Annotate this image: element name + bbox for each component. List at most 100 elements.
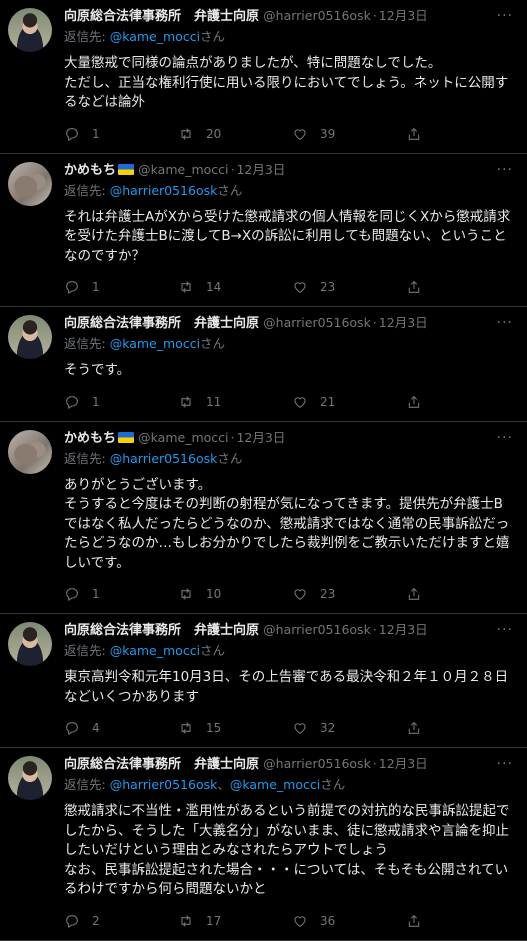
reply-to-mention[interactable]: @harrier0516osk (110, 451, 218, 466)
reply-button[interactable]: 1 (64, 279, 178, 295)
reply-to-mention-2[interactable]: @kame_mocci (230, 777, 320, 792)
retweet-count: 20 (206, 126, 222, 141)
reply-icon (66, 281, 78, 294)
like-icon (294, 396, 306, 408)
share-button[interactable] (406, 394, 434, 410)
share-button[interactable] (406, 586, 434, 602)
share-icon (408, 587, 420, 600)
reply-icon (66, 395, 78, 409)
like-button[interactable]: 23 (292, 279, 406, 295)
retweet-button[interactable]: 14 (178, 279, 292, 295)
like-count: 32 (320, 721, 336, 735)
tweet[interactable]: 向原総合法律事務所 弁護士向原 @harrier0516osk · 12月3日 ··… (0, 614, 527, 748)
more-options-icon[interactable]: ··· (497, 756, 513, 772)
like-button[interactable]: 36 (292, 913, 406, 929)
reply-to-mention[interactable]: @kame_mocci (110, 29, 200, 44)
more-options-icon[interactable]: ··· (497, 430, 513, 446)
reply-to-line: 返信先: @kame_mocciさん (64, 334, 515, 354)
like-button[interactable]: 39 (292, 126, 406, 142)
retweet-button[interactable]: 17 (178, 913, 292, 929)
avatar[interactable] (8, 756, 52, 800)
retweet-button[interactable]: 11 (178, 394, 292, 410)
reply-count: 4 (92, 721, 100, 735)
retweet-button[interactable]: 20 (178, 126, 292, 142)
avatar[interactable] (8, 315, 52, 359)
share-button[interactable] (406, 720, 434, 736)
tweet[interactable]: かめもち @kame_mocci · 12月3日 ··· 返信先: @harrier… (0, 422, 527, 614)
timestamp[interactable]: 12月3日 (236, 162, 285, 177)
user-handle[interactable]: @harrier0516osk (263, 315, 371, 330)
reply-button[interactable]: 1 (64, 586, 178, 602)
user-handle[interactable]: @harrier0516osk (263, 8, 371, 23)
retweet-icon (181, 395, 191, 408)
user-handle[interactable]: @harrier0516osk (263, 756, 371, 771)
timestamp[interactable]: 12月3日 (379, 8, 428, 23)
reply-to-mention[interactable]: @harrier0516osk (110, 183, 218, 198)
like-icon (294, 282, 306, 293)
display-name[interactable]: 向原総合法律事務所 弁護士向原 (64, 9, 259, 24)
like-button[interactable]: 32 (292, 720, 406, 736)
action-bar: 2 17 36 (64, 908, 515, 934)
reply-button[interactable]: 4 (64, 720, 178, 736)
share-icon (408, 721, 420, 734)
avatar[interactable] (8, 161, 52, 206)
like-button[interactable]: 23 (292, 586, 406, 602)
reply-icon (66, 722, 78, 735)
reply-to-label: 返信先: (64, 29, 106, 44)
separator-dot: · (230, 429, 235, 445)
timestamp[interactable]: 12月3日 (379, 315, 428, 330)
retweet-icon (181, 588, 191, 600)
more-options-icon[interactable]: ··· (497, 315, 513, 331)
reply-button[interactable]: 1 (64, 126, 178, 142)
tweet[interactable]: 向原総合法律事務所 弁護士向原 @harrier0516osk · 12月3日 ··… (0, 307, 527, 422)
timestamp[interactable]: 12月3日 (379, 756, 428, 771)
reply-icon (66, 127, 78, 141)
tweet[interactable]: 向原総合法律事務所 弁護士向原 @harrier0516osk · 12月3日 ··… (0, 748, 527, 941)
share-button[interactable] (406, 126, 434, 142)
reply-to-suffix: さん (320, 777, 346, 792)
reply-to-label: 返信先: (64, 336, 106, 351)
avatar[interactable] (8, 622, 52, 666)
share-button[interactable] (406, 913, 434, 929)
share-icon (408, 280, 420, 293)
reply-count: 1 (92, 587, 100, 601)
display-name[interactable]: 向原総合法律事務所 弁護士向原 (64, 623, 259, 638)
display-name[interactable]: かめもち (64, 163, 116, 178)
timestamp[interactable]: 12月3日 (379, 622, 428, 637)
separator-dot: · (372, 8, 377, 23)
display-name[interactable]: かめもち (64, 431, 116, 446)
user-handle[interactable]: @kame_mocci (138, 430, 228, 445)
reply-button[interactable]: 1 (64, 394, 178, 410)
separator-dot: · (372, 622, 377, 637)
retweet-count: 11 (206, 394, 222, 409)
reply-to-mention[interactable]: @kame_mocci (110, 643, 200, 658)
retweet-button[interactable]: 10 (178, 586, 292, 602)
tweet[interactable]: 向原総合法律事務所 弁護士向原 @harrier0516osk · 12月3日 ··… (0, 0, 527, 154)
reply-icon (66, 914, 78, 928)
reply-to-suffix: さん (217, 450, 243, 466)
avatar[interactable] (8, 429, 52, 474)
reply-to-mention[interactable]: @harrier0516osk (110, 777, 218, 792)
more-options-icon[interactable]: ··· (497, 8, 513, 24)
display-name[interactable]: 向原総合法律事務所 弁護士向原 (64, 316, 259, 331)
reply-to-line: 返信先: @harrier0516osk、@kame_mocciさん (64, 777, 346, 792)
tweet[interactable]: かめもち @kame_mocci · 12月3日 ··· 返信先: @harrier… (0, 154, 527, 307)
reply-to-label: 返信先: (64, 777, 106, 792)
reply-button[interactable]: 2 (64, 913, 178, 929)
reply-to-line: 返信先: @harrier0516oskさん (64, 181, 515, 201)
reply-to-mention[interactable]: @kame_mocci (110, 336, 200, 351)
reply-to-suffix: さん (200, 336, 226, 351)
retweet-button[interactable]: 15 (178, 720, 292, 736)
ukraine-flag-icon (118, 163, 135, 175)
like-button[interactable]: 21 (292, 394, 406, 410)
avatar[interactable] (8, 8, 52, 52)
more-options-icon[interactable]: ··· (497, 622, 513, 638)
user-handle[interactable]: @kame_mocci (138, 162, 228, 177)
share-button[interactable] (406, 279, 434, 295)
timestamp[interactable]: 12月3日 (236, 430, 285, 445)
reply-to-suffix: さん (217, 182, 243, 198)
user-handle[interactable]: @harrier0516osk (263, 622, 371, 637)
display-name[interactable]: 向原総合法律事務所 弁護士向原 (64, 757, 259, 772)
more-options-icon[interactable]: ··· (497, 162, 513, 178)
like-icon (294, 723, 306, 734)
